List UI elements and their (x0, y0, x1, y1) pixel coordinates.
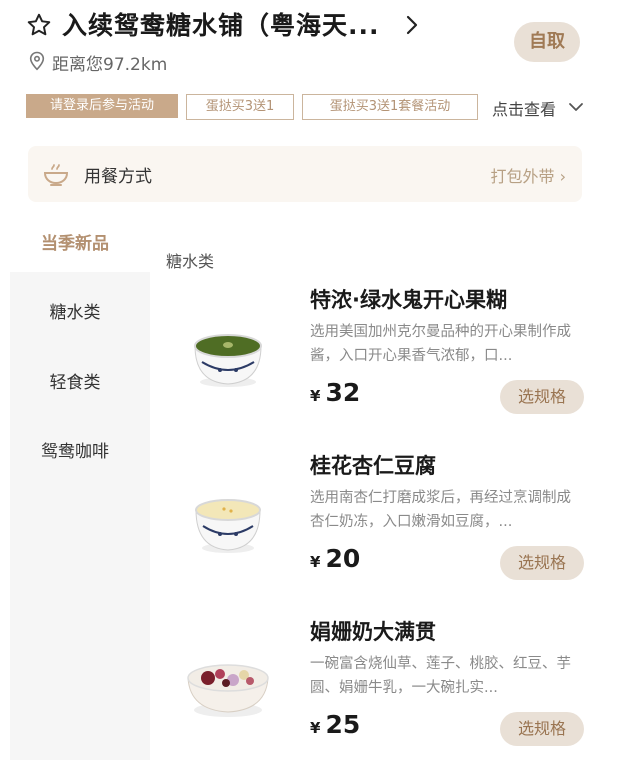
star-outline-icon[interactable] (26, 12, 52, 38)
select-spec-button[interactable]: 选规格 (500, 546, 584, 580)
sidebar-item-new-season[interactable]: 当季新品 (0, 229, 150, 254)
product-price: ¥ 25 (310, 710, 360, 739)
product-name[interactable]: 娟姗奶大满贯 (310, 616, 436, 646)
chevron-down-icon[interactable] (568, 101, 584, 113)
product-description: 选用南杏仁打磨成浆后，再经过烹调制成杏仁奶冻，入口嫩滑如豆腐，... (310, 490, 571, 530)
product-image[interactable] (178, 638, 278, 738)
chevron-right-icon[interactable] (404, 14, 420, 36)
view-more-link[interactable]: 点击查看 (492, 96, 556, 120)
store-name[interactable]: 入续鸳鸯糖水铺（粤海天... (62, 6, 380, 42)
product-card[interactable]: 桂花杏仁豆腐 选用南杏仁打磨成浆后，再经过烹调制成杏仁奶冻，入口嫩滑如豆腐，..… (160, 450, 628, 610)
product-name[interactable]: 特浓·绿水鬼开心果糊 (310, 284, 507, 314)
promo-tag[interactable]: 蛋挞买3送1套餐活动 (302, 94, 478, 120)
product-name[interactable]: 桂花杏仁豆腐 (310, 450, 436, 480)
currency-symbol: ¥ (310, 719, 321, 737)
select-spec-button[interactable]: 选规格 (500, 380, 584, 414)
store-header: 入续鸳鸯糖水铺（粤海天... 距离您97.2km 自取 (0, 0, 628, 86)
bowl-icon (43, 164, 69, 186)
price-value: 20 (325, 544, 361, 573)
price-value: 25 (325, 710, 361, 739)
product-card[interactable]: 特浓·绿水鬼开心果糊 选用美国加州克尔曼品种的开心果制作成酱，入口开心果香气浓郁… (160, 284, 628, 444)
select-spec-button[interactable]: 选规格 (500, 712, 584, 746)
pickup-button[interactable]: 自取 (514, 22, 580, 62)
product-description: 选用美国加州克尔曼品种的开心果制作成酱，入口开心果香气浓郁，口... (310, 324, 571, 364)
dining-method-bar[interactable]: 用餐方式 打包外带 › (28, 146, 582, 202)
dining-option-text: 打包外带 (490, 167, 555, 186)
location-pin-icon (29, 51, 45, 71)
sidebar-item-sweet-soup[interactable]: 糖水类 (0, 298, 150, 323)
login-promo-tag[interactable]: 请登录后参与活动 (26, 94, 178, 118)
price-value: 32 (325, 378, 361, 407)
sidebar-item-yuanyang-coffee[interactable]: 鸳鸯咖啡 (0, 437, 150, 462)
sidebar-item-light-meal[interactable]: 轻食类 (0, 368, 150, 393)
distance-text: 距离您97.2km (52, 55, 168, 75)
product-image[interactable] (178, 470, 278, 570)
product-image[interactable] (178, 304, 278, 404)
product-price: ¥ 32 (310, 378, 360, 407)
product-description: 一碗富含烧仙草、莲子、桃胶、红豆、芋圆、娟姗牛乳，一大碗扎实... (310, 656, 571, 696)
dining-method-label: 用餐方式 (84, 167, 152, 187)
promo-tag[interactable]: 蛋挞买3送1 (186, 94, 294, 120)
product-card[interactable]: 娟姗奶大满贯 一碗富含烧仙草、莲子、桃胶、红豆、芋圆、娟姗牛乳，一大碗扎实...… (160, 616, 628, 760)
category-sidebar (10, 272, 150, 760)
product-price: ¥ 20 (310, 544, 360, 573)
promotion-bar: 请登录后参与活动 蛋挞买3送1 蛋挞买3送1套餐活动 点击查看 (0, 92, 628, 122)
dining-option-link[interactable]: 打包外带 › (490, 163, 566, 187)
currency-symbol: ¥ (310, 387, 321, 405)
section-title: 糖水类 (166, 252, 215, 271)
currency-symbol: ¥ (310, 553, 321, 571)
chevron-right-icon: › (559, 167, 566, 186)
